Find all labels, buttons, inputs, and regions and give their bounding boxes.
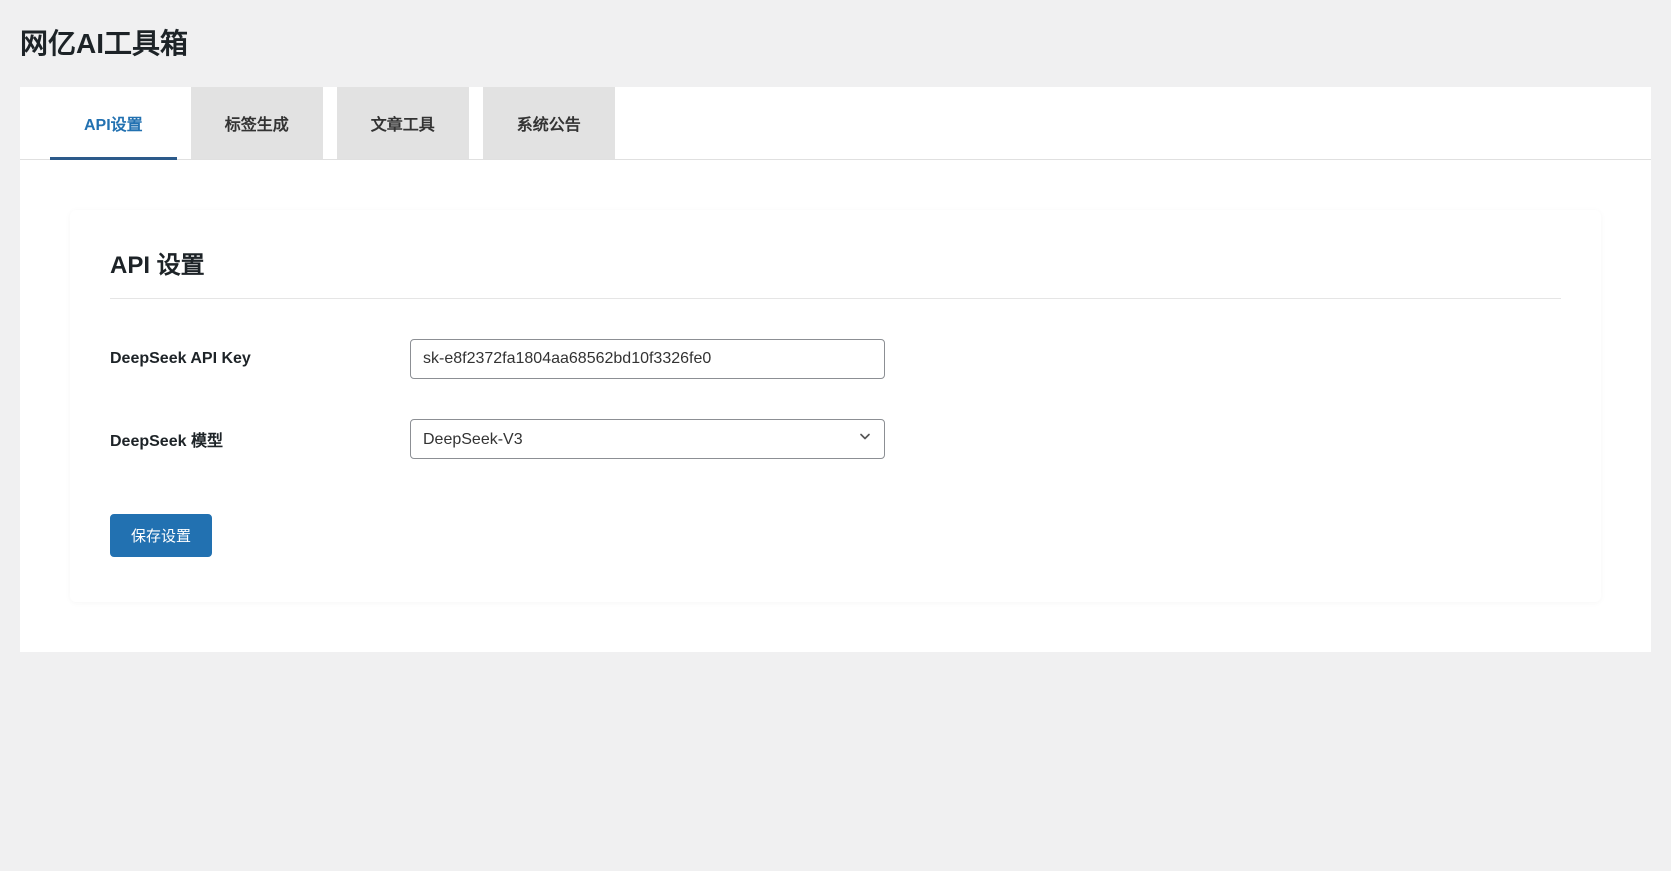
tabs-container: API设置 标签生成 文章工具 系统公告 API 设置 DeepSeek API… <box>20 87 1651 652</box>
tab-article-tools[interactable]: 文章工具 <box>337 87 469 159</box>
model-label: DeepSeek 模型 <box>110 427 410 451</box>
tab-content: API 设置 DeepSeek API Key DeepSeek 模型 Deep… <box>20 160 1651 652</box>
tab-system-notice[interactable]: 系统公告 <box>483 87 615 159</box>
panel-title: API 设置 <box>110 245 1561 299</box>
form-row-model: DeepSeek 模型 DeepSeek-V3 <box>110 419 1561 459</box>
tab-bar: API设置 标签生成 文章工具 系统公告 <box>20 87 1651 160</box>
tab-api-settings[interactable]: API设置 <box>50 87 177 159</box>
api-key-input[interactable] <box>410 339 885 379</box>
model-select[interactable]: DeepSeek-V3 <box>410 419 885 459</box>
save-button[interactable]: 保存设置 <box>110 514 212 557</box>
settings-panel: API 设置 DeepSeek API Key DeepSeek 模型 Deep… <box>70 210 1601 602</box>
panel-actions: 保存设置 <box>110 514 1561 557</box>
api-key-label: DeepSeek API Key <box>110 350 410 368</box>
tab-tag-generation[interactable]: 标签生成 <box>191 87 323 159</box>
page-title: 网亿AI工具箱 <box>20 22 1651 62</box>
form-row-api-key: DeepSeek API Key <box>110 339 1561 379</box>
